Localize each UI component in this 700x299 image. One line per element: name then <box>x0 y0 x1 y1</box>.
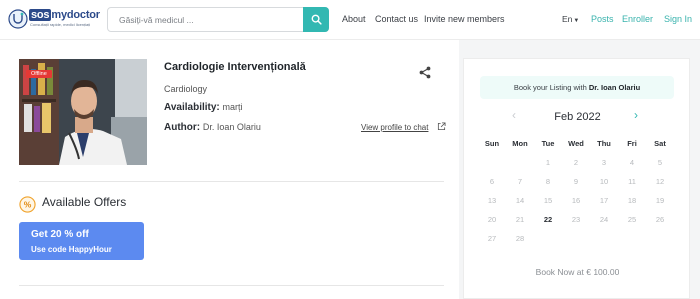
calendar-day: 28 <box>515 234 525 243</box>
nav-enroller[interactable]: Enroller <box>622 14 653 24</box>
calendar-day: 16 <box>571 196 581 205</box>
nav-invite-new-members[interactable]: Invite new members <box>424 14 505 24</box>
weekday-tue: Tue <box>541 139 555 148</box>
calendar-day: 1 <box>545 158 551 167</box>
calendar-day: 15 <box>543 196 553 205</box>
availability-row: Availability: marți <box>164 102 243 113</box>
calendar-week-row: 27 28 <box>478 229 678 248</box>
calendar-day: 4 <box>629 158 635 167</box>
coupon-card[interactable]: Get 20 % off Use code HappyHour <box>19 222 144 260</box>
discount-percent-icon: % <box>19 196 36 213</box>
available-offers-heading: Available Offers <box>42 195 127 209</box>
logo-wordmark: sos mydoctor <box>29 9 100 21</box>
calendar-day: 5 <box>657 158 663 167</box>
section-divider <box>19 181 444 182</box>
calendar-day: 14 <box>515 196 525 205</box>
coupon-discount: Get 20 % off <box>31 229 89 240</box>
weekday-fri: Fri <box>627 139 637 148</box>
search-box <box>107 7 329 32</box>
calendar-weekday-row: Sun Mon Tue Wed Thu Fri Sat <box>478 134 678 153</box>
calendar-day: 3 <box>601 158 607 167</box>
search-input[interactable] <box>108 8 304 31</box>
nav-sign-in[interactable]: Sign In <box>664 14 692 24</box>
status-badge-offline: Offline <box>26 70 52 78</box>
caret-down-icon: ▼ <box>573 18 580 24</box>
calendar-day: 21 <box>515 215 525 224</box>
share-icon[interactable] <box>419 66 431 79</box>
calendar-day: 9 <box>573 177 579 186</box>
weekday-thu: Thu <box>597 139 611 148</box>
weekday-wed: Wed <box>568 139 584 148</box>
svg-text:%: % <box>24 200 32 210</box>
calendar-week-row: 1 2 3 4 5 <box>478 153 678 172</box>
calendar-day: 26 <box>655 215 665 224</box>
view-profile-to-chat-link[interactable]: View profile to chat <box>361 123 428 132</box>
author-name[interactable]: Dr. Ioan Olariu <box>203 122 261 132</box>
calendar-day: 6 <box>489 177 495 186</box>
calendar-day: 10 <box>599 177 609 186</box>
listing-title: Cardiologie Intervențională <box>164 61 306 73</box>
calendar-day: 19 <box>655 196 665 205</box>
top-navbar: sos mydoctor Consultații rapide, medici l… <box>0 0 700 40</box>
availability-label: Availability: <box>164 102 220 113</box>
logo-tagline: Consultații rapide, medici licențiați <box>30 22 91 27</box>
booking-banner-doctor: Dr. Ioan Olariu <box>588 83 641 92</box>
search-button[interactable] <box>303 7 329 32</box>
book-now-price-button[interactable]: Book Now at € 100.00 <box>464 267 691 277</box>
calendar-day: 7 <box>517 177 523 186</box>
calendar-week-row: 20 21 22 23 24 25 26 <box>478 210 678 229</box>
calendar-day: 20 <box>487 215 497 224</box>
nav-posts[interactable]: Posts <box>591 14 614 24</box>
stethoscope-logo-icon <box>8 9 28 29</box>
calendar-day: 23 <box>571 215 581 224</box>
availability-value: marți <box>222 102 243 112</box>
listing-specialty: Cardiology <box>164 84 208 94</box>
calendar-day-today[interactable]: 22 <box>534 215 562 224</box>
weekday-sun: Sun <box>484 139 500 148</box>
calendar-day: 11 <box>628 177 636 186</box>
nav-contact-us[interactable]: Contact us <box>375 14 418 24</box>
external-link-icon[interactable] <box>437 122 446 131</box>
booking-panel: Book your Listing with Dr. Ioan Olariu ‹… <box>463 58 690 299</box>
calendar-day: 17 <box>599 196 609 205</box>
author-label: Author: <box>164 122 201 133</box>
calendar-day: 12 <box>655 177 665 186</box>
calendar-day: 25 <box>627 215 637 224</box>
calendar-day: 18 <box>627 196 637 205</box>
nav-about[interactable]: About <box>342 14 366 24</box>
calendar-day: 24 <box>599 215 609 224</box>
booking-banner: Book your Listing with Dr. Ioan Olariu <box>480 76 674 99</box>
calendar-grid: Sun Mon Tue Wed Thu Fri Sat 1 2 3 4 5 6 … <box>478 134 678 248</box>
booking-banner-prefix: Book your Listing with <box>513 83 587 92</box>
calendar-day: 2 <box>573 158 579 167</box>
search-icon <box>311 14 322 25</box>
language-selector[interactable]: En▼ <box>562 14 579 24</box>
weekday-sat: Sat <box>654 139 666 148</box>
logo-sos: sos <box>29 9 52 21</box>
author-row: Author: Dr. Ioan Olariu <box>164 122 261 133</box>
sosmydoctor-logo[interactable]: sos mydoctor Consultații rapide, medici l… <box>8 7 100 31</box>
calendar-week-row: 6 7 8 9 10 11 12 <box>478 172 678 191</box>
calendar-month-label: Feb 2022 <box>554 111 601 123</box>
calendar-day: 27 <box>487 234 497 243</box>
chevron-right-icon[interactable]: › <box>634 108 638 122</box>
calendar-day: 13 <box>487 196 497 205</box>
calendar-week-row: 13 14 15 16 17 18 19 <box>478 191 678 210</box>
coupon-code: Use code HappyHour <box>31 245 112 254</box>
calendar-day: 8 <box>545 177 551 186</box>
weekday-mon: Mon <box>512 139 528 148</box>
language-label: En <box>562 14 573 24</box>
section-divider-bottom <box>19 285 444 286</box>
logo-mydoctor: mydoctor <box>51 9 100 21</box>
